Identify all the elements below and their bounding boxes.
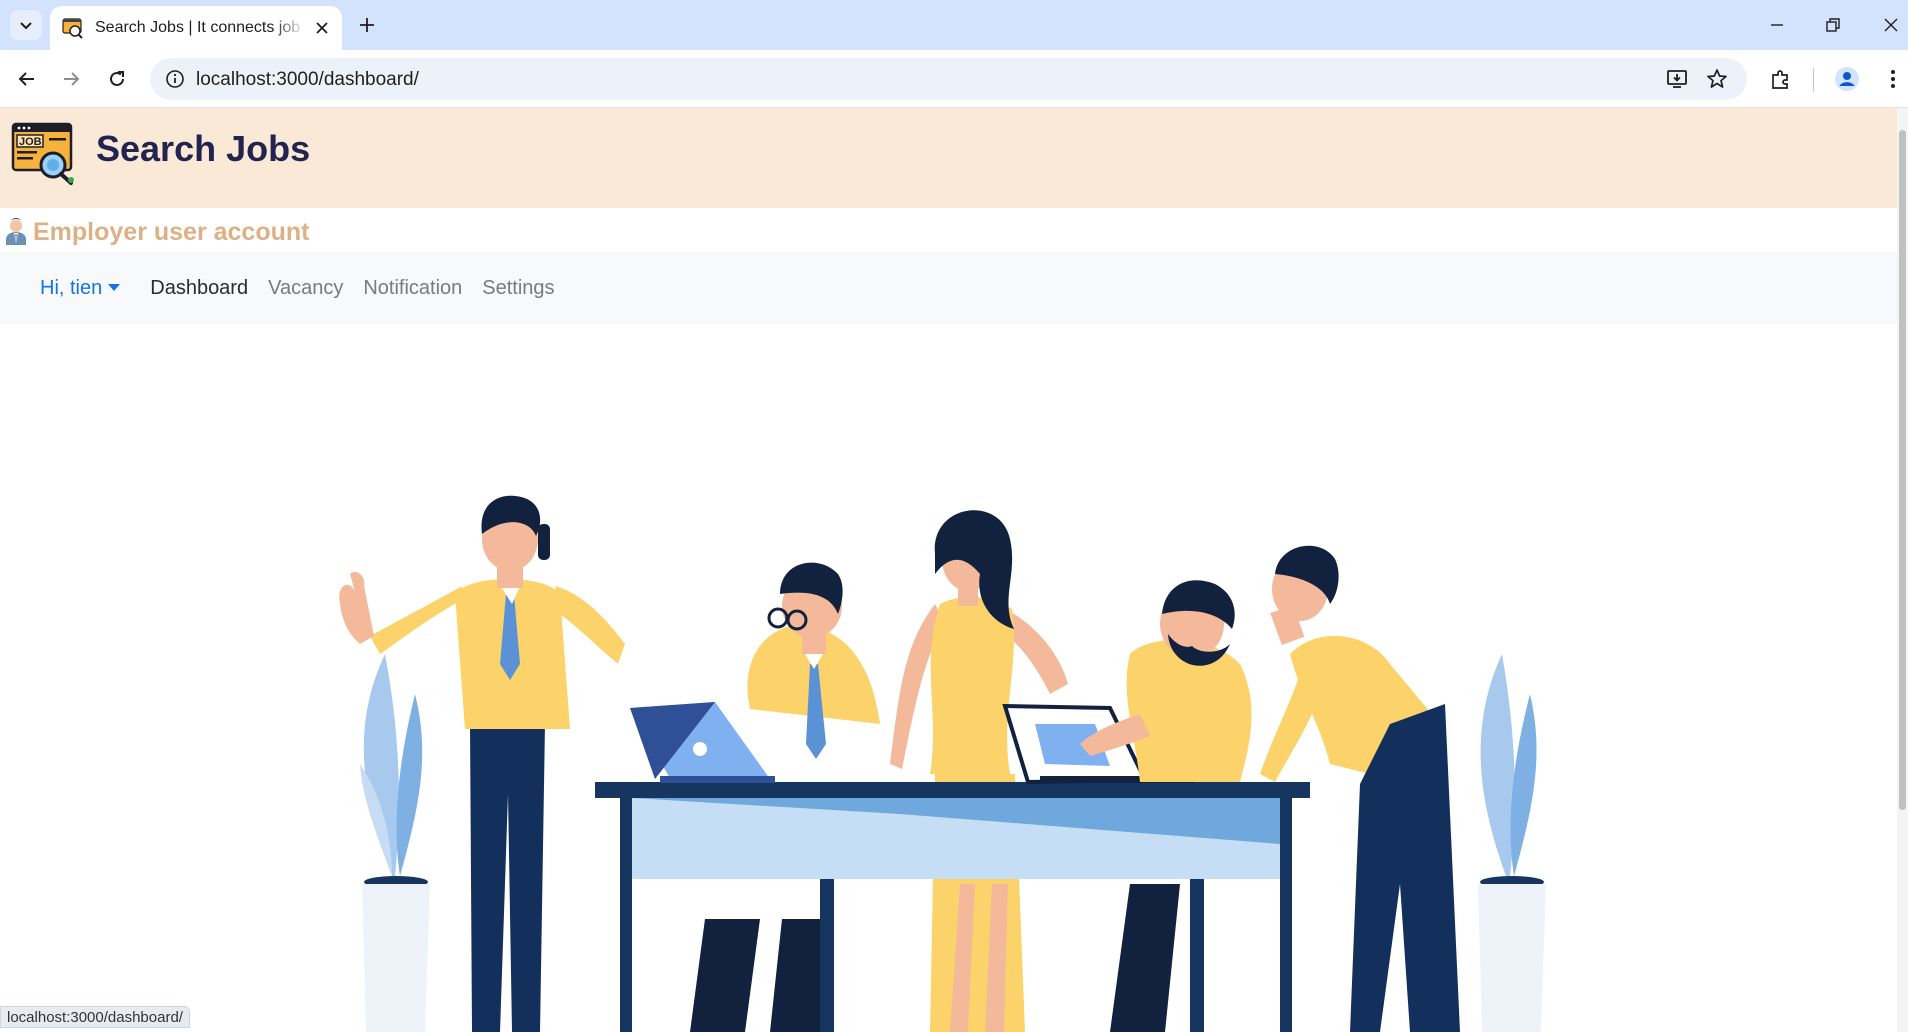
reload-button[interactable] (102, 64, 132, 94)
left-plant (360, 654, 430, 1032)
url-text[interactable]: localhost:3000/dashboard/ (196, 69, 419, 91)
tab-search-button[interactable] (10, 10, 42, 40)
page-content: JOB Search Jobs Employer user account Hi… (0, 108, 1897, 1032)
businessman-icon (6, 218, 26, 245)
minimize-button[interactable] (1762, 12, 1792, 38)
minimize-icon (1771, 24, 1783, 26)
laptop-left (630, 702, 775, 783)
profile-avatar-icon (1835, 67, 1859, 91)
more-vertical-icon (1891, 70, 1895, 88)
extensions-button[interactable] (1768, 66, 1794, 92)
arrow-left-icon (18, 72, 34, 86)
close-window-button[interactable] (1876, 12, 1906, 38)
reload-icon (110, 71, 124, 86)
chevron-down-icon (20, 22, 32, 30)
address-bar[interactable]: localhost:3000/dashboard/ (150, 58, 1747, 100)
job-search-favicon-icon (62, 18, 83, 39)
close-icon (316, 22, 328, 34)
site-title: Search Jobs (96, 128, 311, 169)
browser-menu-button[interactable] (1880, 66, 1906, 92)
site-info-icon[interactable] (164, 68, 186, 90)
nav-link-vacancy[interactable]: Vacancy (268, 277, 343, 300)
tab-close-button[interactable] (312, 18, 332, 38)
new-tab-button[interactable] (355, 13, 379, 37)
restore-icon (1826, 18, 1840, 32)
puzzle-icon (1772, 70, 1788, 89)
browser-tab[interactable]: Search Jobs | It connects job seekers (50, 6, 342, 50)
user-greeting: Hi, tien (40, 276, 103, 299)
back-button[interactable] (12, 64, 42, 94)
account-type-label: Employer user account (33, 217, 310, 246)
forward-button[interactable] (56, 64, 86, 94)
right-plant (1478, 654, 1546, 1032)
browser-toolbar: localhost:3000/dashboard/ (0, 50, 1908, 108)
job-search-logo-icon[interactable]: JOB (11, 120, 77, 186)
scrollbar-thumb[interactable] (1899, 130, 1906, 810)
account-type-line: Employer user account (4, 212, 309, 252)
site-header: JOB Search Jobs (0, 108, 1897, 208)
main-navbar: Hi, tien Dashboard Vacancy Notification … (0, 252, 1897, 324)
close-icon (1884, 18, 1898, 32)
nav-link-settings[interactable]: Settings (482, 277, 554, 300)
browser-tabstrip: Search Jobs | It connects job seekers (0, 0, 1908, 50)
profile-button[interactable] (1834, 66, 1860, 92)
user-menu-dropdown[interactable]: Hi, tien (40, 276, 121, 300)
install-app-icon[interactable] (1665, 67, 1689, 91)
star-icon[interactable] (1705, 67, 1729, 91)
tab-title: Search Jobs | It connects job seekers (95, 19, 305, 36)
plus-icon (360, 18, 374, 32)
status-bar-url: localhost:3000/dashboard/ (0, 1006, 190, 1028)
caret-down-icon (108, 283, 121, 291)
toolbar-separator (1813, 68, 1814, 92)
logo-text: JOB (19, 136, 42, 148)
nav-link-dashboard[interactable]: Dashboard (150, 277, 248, 300)
page-scrollbar[interactable] (1897, 108, 1908, 1032)
restore-button[interactable] (1818, 12, 1848, 38)
team-illustration (339, 495, 1546, 1032)
nav-link-notification[interactable]: Notification (363, 277, 462, 300)
arrow-right-icon (64, 72, 80, 86)
